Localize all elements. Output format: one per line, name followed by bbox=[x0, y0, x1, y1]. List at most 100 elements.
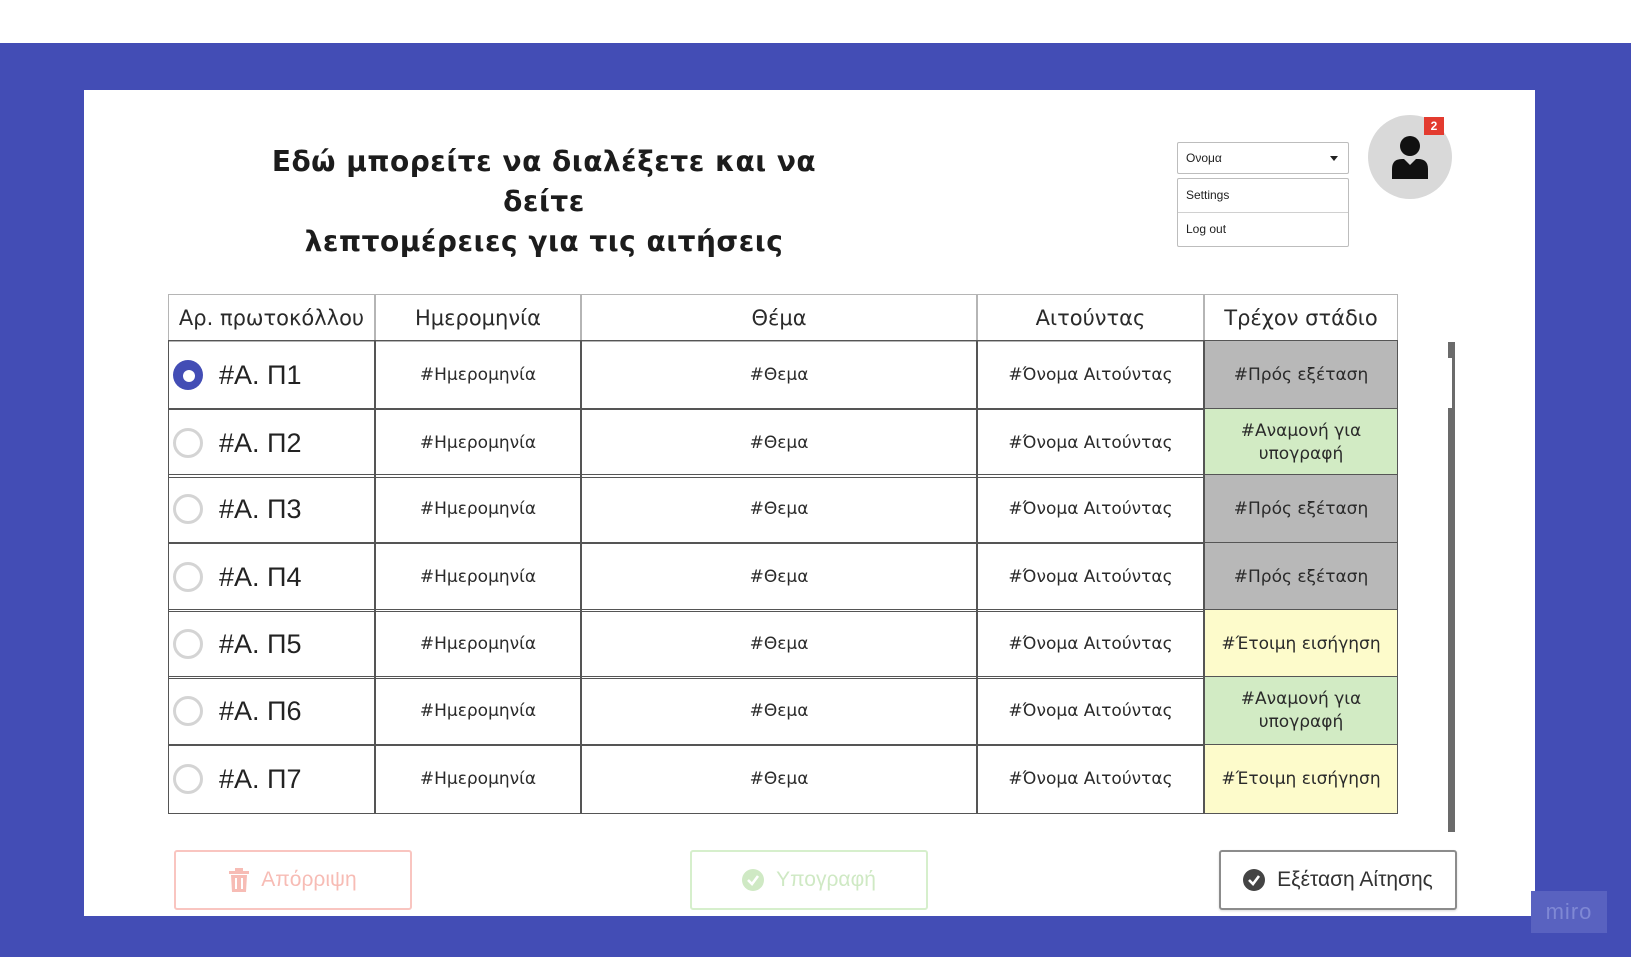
cell-text: #Πρός εξέταση bbox=[1233, 364, 1369, 385]
cell-text: #Θεμα bbox=[749, 365, 809, 385]
table-cell-subject: #Θεμα bbox=[581, 542, 977, 612]
cell-text: #Θεμα bbox=[749, 769, 809, 789]
protocol-number: #Α. Π3 bbox=[219, 493, 302, 524]
page-title-line-1: Εδώ μπορείτε να διαλέξετε και να δείτε bbox=[271, 145, 817, 218]
cell-text: #Ημερομηνία bbox=[419, 701, 537, 721]
cell-text: #Πρός εξέταση bbox=[1233, 498, 1369, 519]
column-header-date: Ημερομηνία bbox=[375, 294, 581, 342]
cell-text: #Θεμα bbox=[749, 499, 809, 519]
cell-text: #Όνομα Αιτούντας bbox=[1008, 701, 1173, 721]
cell-text: #Όνομα Αιτούντας bbox=[1008, 365, 1173, 385]
table-cell-date: #Ημερομηνία bbox=[375, 340, 581, 410]
protocol-number: #Α. Π7 bbox=[219, 763, 302, 794]
table-cell-applicant: #Όνομα Αιτούντας bbox=[977, 340, 1204, 410]
table-cell-stage: #Πρός εξέταση bbox=[1204, 474, 1398, 544]
notification-badge: 2 bbox=[1424, 117, 1444, 135]
table-cell-subject: #Θεμα bbox=[581, 408, 977, 478]
table-cell-protocol[interactable]: #Α. Π5 bbox=[168, 609, 375, 679]
table-cell-subject: #Θεμα bbox=[581, 340, 977, 410]
table-cell-date: #Ημερομηνία bbox=[375, 474, 581, 544]
cell-text: #Θεμα bbox=[749, 701, 809, 721]
table-cell-protocol[interactable]: #Α. Π4 bbox=[168, 542, 375, 612]
scrollbar-thumb[interactable] bbox=[1448, 358, 1452, 408]
protocol-number: #Α. Π6 bbox=[219, 695, 302, 726]
cell-text: #Όνομα Αιτούντας bbox=[1008, 634, 1173, 654]
reject-button-label: Απόρριψη bbox=[261, 868, 357, 891]
table-cell-stage: #Έτοιμη εισήγηση bbox=[1204, 744, 1398, 814]
table-cell-stage: #Έτοιμη εισήγηση bbox=[1204, 609, 1398, 679]
cell-text: #Ημερομηνία bbox=[419, 769, 537, 789]
table-cell-applicant: #Όνομα Αιτούντας bbox=[977, 744, 1204, 814]
check-circle-icon bbox=[1243, 869, 1266, 891]
cell-text: #Ημερομηνία bbox=[419, 499, 537, 519]
row-radio-button[interactable] bbox=[173, 360, 203, 390]
protocol-number: #Α. Π2 bbox=[219, 427, 302, 458]
table-cell-date: #Ημερομηνία bbox=[375, 408, 581, 478]
row-radio-button[interactable] bbox=[173, 629, 203, 659]
menu-item-log-out[interactable]: Log out bbox=[1178, 212, 1348, 246]
row-radio-button[interactable] bbox=[173, 764, 203, 794]
sign-button-label: Υπογραφή bbox=[776, 868, 876, 891]
table-cell-applicant: #Όνομα Αιτούντας bbox=[977, 609, 1204, 679]
column-header-subject: Θέμα bbox=[581, 294, 977, 342]
row-radio-button[interactable] bbox=[173, 696, 203, 726]
cell-text: #Ημερομηνία bbox=[419, 365, 537, 385]
user-name-value: Ονομα bbox=[1186, 151, 1222, 165]
cell-text: #Θεμα bbox=[749, 567, 809, 587]
table-cell-protocol[interactable]: #Α. Π7 bbox=[168, 744, 375, 814]
user-menu: Settings Log out bbox=[1177, 178, 1349, 247]
table-cell-applicant: #Όνομα Αιτούντας bbox=[977, 474, 1204, 544]
protocol-number: #Α. Π1 bbox=[219, 359, 302, 390]
table-cell-subject: #Θεμα bbox=[581, 609, 977, 679]
table-cell-date: #Ημερομηνία bbox=[375, 744, 581, 814]
table-cell-protocol[interactable]: #Α. Π6 bbox=[168, 676, 375, 746]
column-header-stage: Τρέχον στάδιο bbox=[1204, 294, 1398, 342]
table-cell-date: #Ημερομηνία bbox=[375, 542, 581, 612]
trash-icon bbox=[229, 868, 250, 892]
protocol-number: #Α. Π5 bbox=[219, 628, 302, 659]
protocol-number: #Α. Π4 bbox=[219, 561, 302, 592]
cell-text: #Ημερομηνία bbox=[419, 433, 537, 453]
cell-text: #Αναμονή για υπογραφή bbox=[1240, 421, 1362, 464]
application-frame: Εδώ μπορείτε να διαλέξετε και να δείτε λ… bbox=[84, 90, 1535, 916]
row-radio-button[interactable] bbox=[173, 494, 203, 524]
cell-text: #Θεμα bbox=[749, 433, 809, 453]
table-cell-stage: #Αναμονή για υπογραφή bbox=[1204, 676, 1398, 746]
cell-text: #Έτοιμη εισήγηση bbox=[1221, 768, 1381, 789]
user-icon bbox=[1392, 136, 1428, 179]
cell-text: #Αναμονή για υπογραφή bbox=[1240, 689, 1362, 732]
cell-text: #Πρός εξέταση bbox=[1233, 566, 1369, 587]
caret-down-icon bbox=[1330, 156, 1338, 161]
scrollbar[interactable] bbox=[1448, 342, 1455, 832]
column-header-applicant: Αιτούντας bbox=[977, 294, 1204, 342]
table-cell-stage: #Πρός εξέταση bbox=[1204, 340, 1398, 410]
table-cell-applicant: #Όνομα Αιτούντας bbox=[977, 542, 1204, 612]
reject-button[interactable]: Απόρριψη bbox=[174, 850, 412, 910]
user-name-select[interactable]: Ονομα bbox=[1177, 142, 1349, 174]
cell-text: #Όνομα Αιτούντας bbox=[1008, 433, 1173, 453]
check-circle-icon bbox=[742, 869, 765, 891]
cell-text: #Όνομα Αιτούντας bbox=[1008, 499, 1173, 519]
table-cell-protocol[interactable]: #Α. Π1 bbox=[168, 340, 375, 410]
review-application-button[interactable]: Εξέταση Αίτησης bbox=[1219, 850, 1457, 910]
row-radio-button[interactable] bbox=[173, 562, 203, 592]
table-cell-subject: #Θεμα bbox=[581, 744, 977, 814]
cell-text: #Ημερομηνία bbox=[419, 634, 537, 654]
cell-text: #Ημερομηνία bbox=[419, 567, 537, 587]
menu-item-settings[interactable]: Settings bbox=[1178, 179, 1348, 212]
table-cell-protocol[interactable]: #Α. Π3 bbox=[168, 474, 375, 544]
table-cell-stage: #Πρός εξέταση bbox=[1204, 542, 1398, 612]
page-title: Εδώ μπορείτε να διαλέξετε και να δείτε λ… bbox=[254, 142, 834, 262]
page-title-line-2: λεπτομέρειες για τις αιτήσεις bbox=[304, 225, 784, 258]
cell-text: #Έτοιμη εισήγηση bbox=[1221, 633, 1381, 654]
table-cell-date: #Ημερομηνία bbox=[375, 676, 581, 746]
table-cell-subject: #Θεμα bbox=[581, 474, 977, 544]
cell-text: #Όνομα Αιτούντας bbox=[1008, 769, 1173, 789]
table-cell-protocol[interactable]: #Α. Π2 bbox=[168, 408, 375, 478]
table-cell-date: #Ημερομηνία bbox=[375, 609, 581, 679]
table-cell-subject: #Θεμα bbox=[581, 676, 977, 746]
sign-button[interactable]: Υπογραφή bbox=[690, 850, 928, 910]
row-radio-button[interactable] bbox=[173, 428, 203, 458]
miro-watermark: miro bbox=[1531, 891, 1607, 933]
table-cell-stage: #Αναμονή για υπογραφή bbox=[1204, 408, 1398, 478]
